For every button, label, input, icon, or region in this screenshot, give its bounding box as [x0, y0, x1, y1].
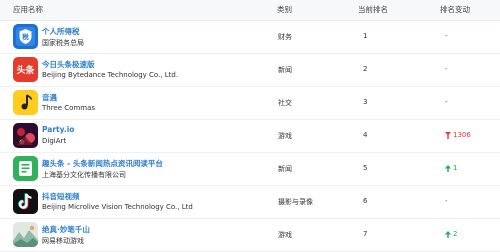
toutiao-logo-icon[interactable]: 头条	[13, 57, 38, 82]
rank-change-value: -	[445, 197, 448, 205]
rank-change: -	[445, 98, 448, 106]
rank-value: 5	[363, 164, 368, 172]
company-name: Three Commas	[42, 104, 96, 112]
category-label: 新闻	[278, 165, 292, 173]
app-name[interactable]: 今日头条极速版	[42, 59, 95, 70]
category-label: 社交	[278, 99, 292, 107]
header-rank[interactable]: 当前排名	[358, 4, 388, 15]
svg-text:头条: 头条	[16, 64, 35, 76]
table-row: 绝真·妙笔千山 网易移动游戏 游戏 7 2	[0, 219, 500, 252]
rank-change: 1	[445, 164, 457, 172]
rank-value: 4	[363, 131, 368, 139]
rank-change-value: 2	[453, 230, 458, 238]
company-name: Beijing Bytedance Technology Co., Ltd.	[42, 71, 179, 79]
app-name[interactable]: 趣头条 - 头条新闻热点资讯阅读平台	[42, 158, 163, 169]
category-label: 财务	[278, 33, 292, 41]
company-name: 上海基分文化传播有限公司	[42, 171, 126, 179]
app-ranking-table: 应用名称 类别 当前排名 排名变动 税 个人所得税 国家税务总局 财务 1 - …	[0, 0, 500, 252]
qutoutiao-icon[interactable]	[13, 156, 38, 181]
app-name[interactable]: 个人所得税	[42, 26, 80, 37]
arrow-up-icon	[445, 164, 451, 172]
table-row: 音遇 Three Commas 社交 3 -	[0, 87, 500, 120]
category-label: 游戏	[278, 231, 292, 239]
douyin-icon[interactable]	[13, 189, 38, 214]
rank-change: -	[445, 32, 448, 40]
rank-value: 1	[363, 32, 368, 40]
rank-change-value: -	[445, 98, 448, 106]
rank-value: 7	[363, 230, 368, 238]
header-app-name[interactable]: 应用名称	[13, 4, 43, 15]
arrow-up-icon	[445, 230, 451, 238]
app-name[interactable]: Party.io	[42, 125, 74, 134]
svg-text:税: 税	[22, 32, 29, 41]
table-row: Party.io DigiArt 游戏 4 1306	[0, 120, 500, 153]
company-name: 国家税务总局	[42, 39, 84, 47]
rank-change-value: -	[445, 65, 448, 73]
rank-change-value: -	[445, 32, 448, 40]
table-row: 头条 今日头条极速版 Beijing Bytedance Technology …	[0, 54, 500, 87]
rank-value: 3	[363, 98, 368, 106]
category-label: 新闻	[278, 66, 292, 74]
table-row: 趣头条 - 头条新闻热点资讯阅读平台 上海基分文化传播有限公司 新闻 5 1	[0, 153, 500, 186]
rank-value: 6	[363, 197, 368, 205]
party-io-icon[interactable]	[13, 123, 38, 148]
app-name[interactable]: 音遇	[42, 92, 57, 103]
rank-value: 2	[363, 65, 368, 73]
rank-change-value: 1306	[453, 131, 471, 139]
company-name: Beijing Microlive Vision Technology Co.,…	[42, 203, 193, 211]
table-row: 税 个人所得税 国家税务总局 财务 1 -	[0, 21, 500, 54]
category-label: 摄影与录像	[278, 198, 313, 206]
table-header: 应用名称 类别 当前排名 排名变动	[0, 0, 500, 21]
rank-change: 1306	[445, 131, 471, 139]
music-note-icon[interactable]	[13, 90, 38, 115]
category-label: 游戏	[278, 132, 292, 140]
rank-change: -	[445, 197, 448, 205]
rank-change: -	[445, 65, 448, 73]
company-name: DigiArt	[42, 137, 67, 145]
arrow-down-icon	[445, 131, 451, 139]
app-name[interactable]: 抖音短视频	[42, 191, 80, 202]
landscape-painting-icon[interactable]	[13, 222, 38, 247]
header-category[interactable]: 类别	[277, 4, 292, 15]
rank-change: 2	[445, 230, 457, 238]
app-name[interactable]: 绝真·妙笔千山	[42, 224, 90, 235]
header-rank-change[interactable]: 排名变动	[440, 4, 470, 15]
table-row: 抖音短视频 Beijing Microlive Vision Technolog…	[0, 186, 500, 219]
rank-change-value: 1	[453, 164, 458, 172]
tax-shield-icon[interactable]: 税	[13, 24, 38, 49]
